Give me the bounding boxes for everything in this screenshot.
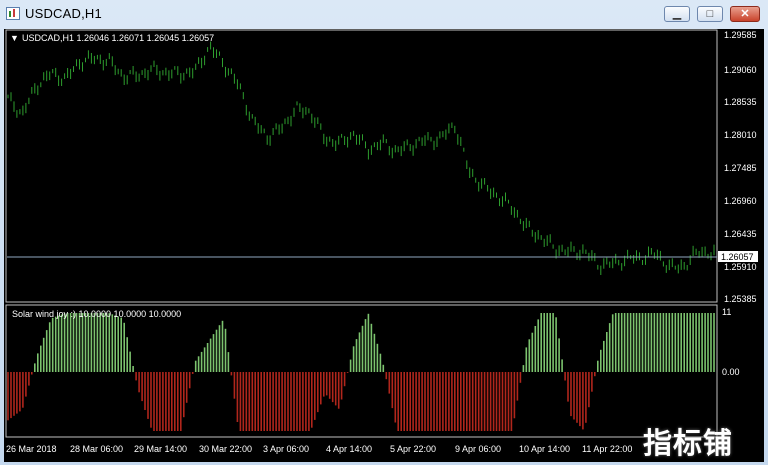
price-label: 1.28010 bbox=[724, 130, 757, 140]
time-label: 30 Mar 22:00 bbox=[199, 444, 252, 454]
window-title: USDCAD,H1 bbox=[25, 6, 102, 21]
maximize-button[interactable]: □ bbox=[697, 6, 723, 22]
main-panel-border bbox=[5, 29, 718, 303]
time-label: 3 Apr 06:00 bbox=[263, 444, 309, 454]
time-label: 4 Apr 14:00 bbox=[326, 444, 372, 454]
time-axis: 26 Mar 2018 28 Mar 06:00 29 Mar 14:00 30… bbox=[6, 444, 632, 454]
price-label: 1.27485 bbox=[724, 163, 757, 173]
price-label: 1.25910 bbox=[724, 262, 757, 272]
price-label: 1.29585 bbox=[724, 30, 757, 40]
chart-window-icon bbox=[6, 7, 20, 20]
chart-symbol-header: USDCAD,H1 1.26046 1.26071 1.26045 1.2605… bbox=[22, 33, 214, 43]
time-label: 9 Apr 06:00 bbox=[455, 444, 501, 454]
time-label: 28 Mar 06:00 bbox=[70, 444, 123, 454]
time-label: 11 Apr 22:00 bbox=[582, 444, 632, 454]
close-button[interactable]: ✕ bbox=[730, 6, 760, 22]
time-label: 10 Apr 14:00 bbox=[519, 444, 570, 454]
price-label: 1.25385 bbox=[724, 294, 757, 304]
chart-canvas[interactable]: ▼ USDCAD,H1 1.26046 1.26071 1.26045 1.26… bbox=[4, 29, 764, 462]
indicator-scale-zero: 0.00 bbox=[722, 367, 740, 377]
time-label: 29 Mar 14:00 bbox=[134, 444, 187, 454]
price-label: 1.28535 bbox=[724, 97, 757, 107]
indicator-histogram bbox=[7, 313, 715, 431]
watermark-logo: 指标铺 bbox=[643, 426, 734, 460]
price-scale: 1.29585 1.29060 1.28535 1.28010 1.27485 … bbox=[724, 30, 757, 304]
time-label: 26 Mar 2018 bbox=[6, 444, 57, 454]
time-label: 5 Apr 22:00 bbox=[390, 444, 436, 454]
price-label: 1.26960 bbox=[724, 196, 757, 206]
title-bar[interactable]: USDCAD,H1 ▁ □ ✕ bbox=[0, 0, 768, 28]
chart-menu-arrow-icon[interactable]: ▼ bbox=[10, 33, 19, 43]
chart-window: USDCAD,H1 ▁ □ ✕ ▼ USDCAD,H1 1.26046 1.26… bbox=[0, 0, 768, 465]
price-label: 1.29060 bbox=[724, 65, 757, 75]
price-label: 1.26435 bbox=[724, 229, 757, 239]
minimize-button[interactable]: ▁ bbox=[664, 6, 690, 22]
indicator-scale-max: 11 bbox=[722, 307, 731, 317]
current-price-label: 1.26057 bbox=[721, 252, 754, 262]
chart-area[interactable]: ▼ USDCAD,H1 1.26046 1.26071 1.26045 1.26… bbox=[4, 29, 764, 462]
price-bars bbox=[7, 41, 715, 275]
indicator-header: Solar wind joy :) 10.0000 10.0000 10.000… bbox=[12, 309, 181, 319]
